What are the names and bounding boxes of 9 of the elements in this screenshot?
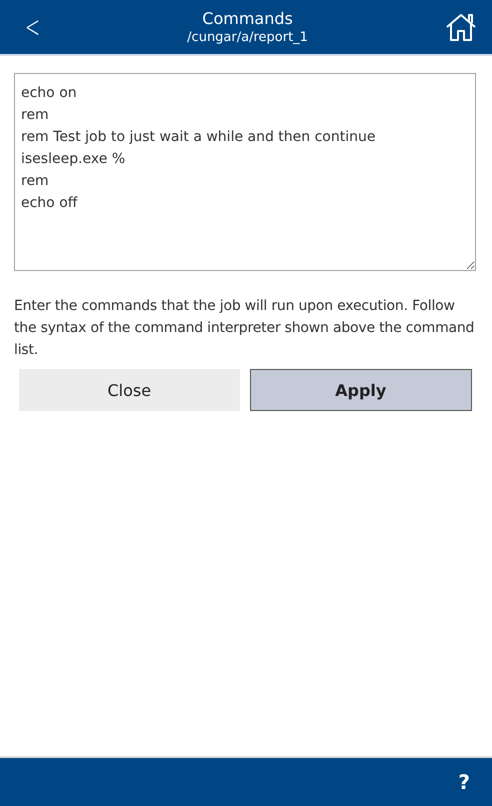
page-title: Commands: [202, 9, 293, 28]
close-button[interactable]: Close: [19, 369, 240, 411]
apply-button[interactable]: Apply: [250, 369, 472, 411]
back-button[interactable]: <: [21, 10, 44, 44]
help-text: Enter the commands that the job will run upon execution. Follow the syntax of the command interpreter shown above the command list.: [14, 297, 476, 360]
page-path: /cungar/a/report_1: [187, 30, 308, 45]
home-icon[interactable]: [444, 12, 478, 42]
commands-field[interactable]: echo on rem rem Test job to just wait a while and then continue isesleep.exe % rem echo off: [14, 73, 476, 271]
help-button[interactable]: ?: [452, 769, 476, 795]
